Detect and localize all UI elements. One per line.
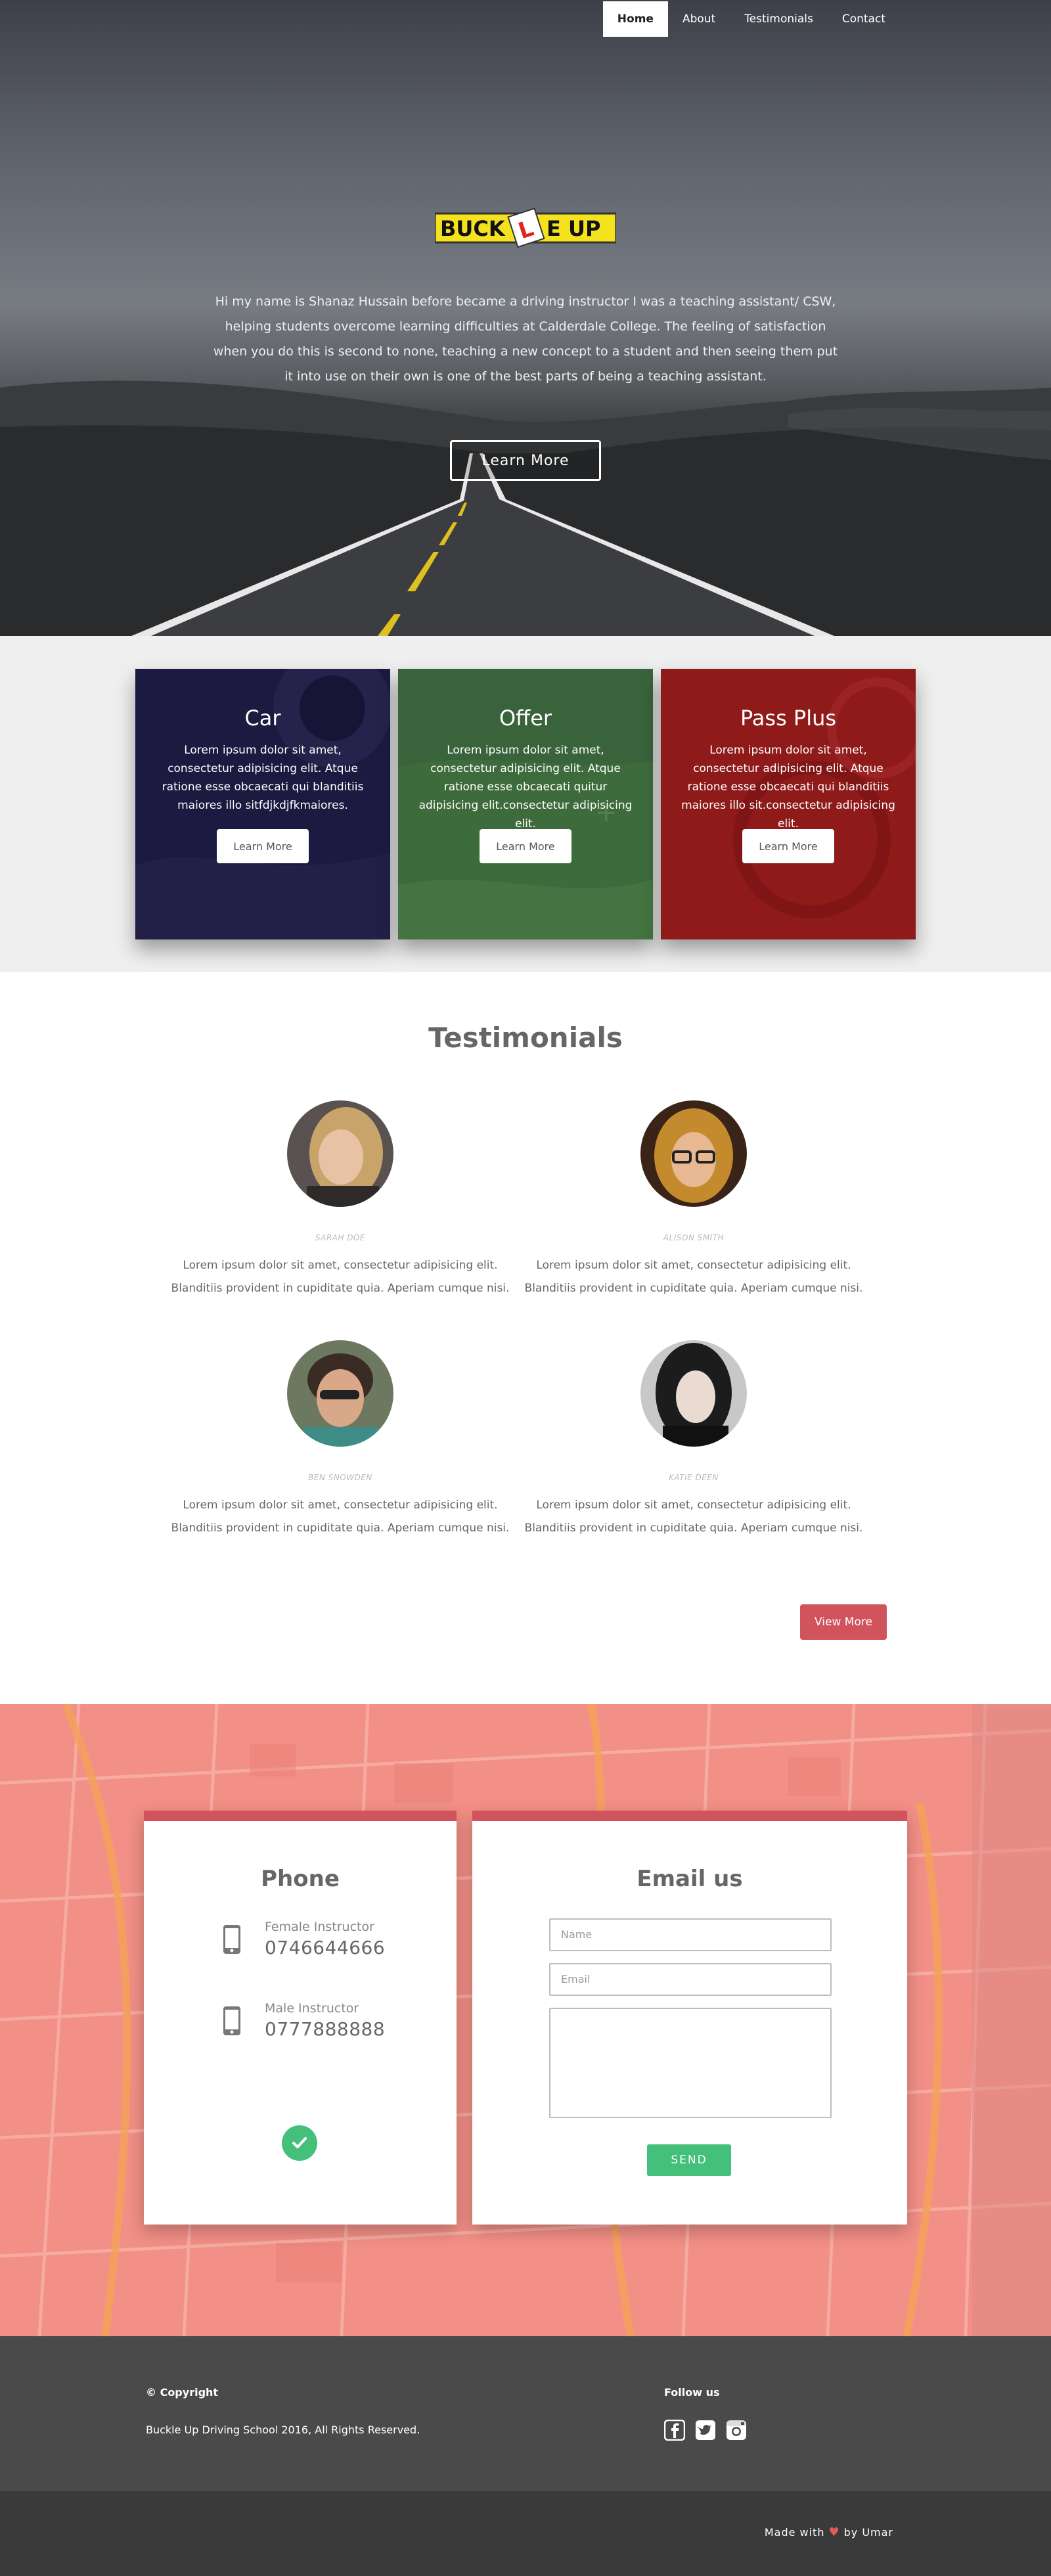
phone-details: Female Instructor 0746644666 [265, 1920, 385, 1958]
phone-entry-male: Male Instructor 0777888888 [223, 2001, 420, 2040]
mobile-phone-icon [223, 2006, 240, 2035]
nav-contact[interactable]: Contact [828, 1, 900, 37]
name-field[interactable]: Name [549, 1918, 832, 1951]
nav-about[interactable]: About [668, 1, 730, 37]
testimonial-text: Lorem ipsum dolor sit amet, consectetur … [171, 1259, 510, 1295]
email-card: Email us Name Email SEND [472, 1811, 907, 2225]
phone-number[interactable]: 0746644666 [265, 1937, 385, 1958]
testimonial-item: SARAH DOE Lorem ipsum dolor sit amet, co… [169, 1100, 511, 1300]
hero-learn-more-button[interactable]: Learn More [450, 440, 601, 481]
buckle-up-logo: BUCK L E UP [435, 208, 616, 248]
testimonial-item: BEN SNOWDEN Lorem ipsum dolor sit amet, … [169, 1340, 511, 1540]
services-section: Car Lorem ipsum dolor sit amet, consecte… [0, 636, 1051, 972]
message-textarea[interactable] [549, 2008, 832, 2118]
testimonial-text: Lorem ipsum dolor sit amet, consectetur … [171, 1499, 510, 1535]
made-prefix: Made with [764, 2526, 825, 2539]
testimonial-text: Lorem ipsum dolor sit amet, consectetur … [524, 1499, 863, 1535]
service-card-text: Lorem ipsum dolor sit amet, consectetur … [681, 744, 895, 830]
service-card-offer: + Offer Lorem ipsum dolor sit amet, cons… [398, 669, 653, 939]
service-card-title: Pass Plus [740, 706, 837, 731]
bottom-bar: Made with ♥ by Umar [0, 2491, 1051, 2576]
avatar [640, 1100, 747, 1207]
follow-heading: Follow us [664, 2386, 720, 2399]
phone-card: Phone Female Instructor 0746644666 Male … [144, 1811, 457, 2225]
service-card-title: Offer [499, 706, 552, 731]
service-card-text: Lorem ipsum dolor sit amet, consectetur … [418, 744, 633, 830]
copyright-heading: © Copyright [146, 2386, 219, 2399]
twitter-icon[interactable] [695, 2420, 716, 2441]
testimonial-item: KATIE DEEN Lorem ipsum dolor sit amet, c… [523, 1340, 864, 1540]
testimonial-name: KATIE DEEN [669, 1473, 719, 1482]
service-card-title: Car [244, 706, 281, 731]
testimonials-title: Testimonials [428, 1022, 623, 1054]
testimonials-section: Testimonials SARAH DOE Lorem ipsum dolor… [0, 972, 1051, 1704]
testimonial-name: SARAH DOE [315, 1233, 365, 1242]
top-navigation: Home About Testimonials Contact [0, 0, 1051, 39]
heart-icon: ♥ [828, 2525, 840, 2539]
checkmark-icon [282, 2125, 317, 2161]
contact-section: Phone Female Instructor 0746644666 Male … [0, 1704, 1051, 2336]
service-card-pass-plus: Pass Plus Lorem ipsum dolor sit amet, co… [661, 669, 916, 939]
testimonial-text: Lorem ipsum dolor sit amet, consectetur … [524, 1259, 863, 1295]
copyright-text: Buckle Up Driving School 2016, All Right… [146, 2424, 420, 2436]
pass-plus-learn-more-button[interactable]: Learn More [742, 829, 834, 863]
phone-title: Phone [261, 1866, 340, 1892]
phone-label: Female Instructor [265, 1920, 374, 1934]
made-suffix: by Umar [843, 2526, 893, 2539]
svg-text:BUCK: BUCK [440, 216, 506, 241]
email-field[interactable]: Email [549, 1963, 832, 1996]
testimonial-name: BEN SNOWDEN [308, 1473, 372, 1482]
service-card-text: Lorem ipsum dolor sit amet, consectetur … [162, 744, 364, 812]
footer: © Copyright Buckle Up Driving School 201… [0, 2336, 1051, 2491]
nav-testimonials[interactable]: Testimonials [730, 1, 828, 37]
send-button[interactable]: SEND [647, 2144, 731, 2176]
email-title: Email us [637, 1866, 743, 1892]
facebook-icon[interactable] [664, 2420, 685, 2441]
avatar [287, 1340, 393, 1447]
made-with-credit: Made with ♥ by Umar [765, 2525, 893, 2539]
mobile-phone-icon [223, 1924, 240, 1954]
testimonial-name: ALISON SMITH [663, 1233, 725, 1242]
nav-links: Home About Testimonials Contact [602, 0, 900, 38]
hero-intro-text: Hi my name is Shanaz Hussain before beca… [213, 294, 838, 384]
nav-home[interactable]: Home [602, 1, 668, 37]
phone-label: Male Instructor [265, 2001, 359, 2016]
svg-text:E UP: E UP [547, 216, 600, 241]
instagram-icon[interactable] [726, 2420, 747, 2441]
car-learn-more-button[interactable]: Learn More [217, 829, 309, 863]
avatar [287, 1100, 393, 1207]
phone-entry-female: Female Instructor 0746644666 [223, 1920, 420, 1958]
offer-learn-more-button[interactable]: Learn More [480, 829, 571, 863]
view-more-button[interactable]: View More [800, 1604, 887, 1640]
testimonial-item: ALISON SMITH Lorem ipsum dolor sit amet,… [523, 1100, 864, 1300]
service-card-car: Car Lorem ipsum dolor sit amet, consecte… [135, 669, 390, 939]
hero-section: BUCK L E UP Hi my name is Shanaz Hussain… [0, 0, 1051, 636]
phone-number[interactable]: 0777888888 [265, 2018, 385, 2040]
avatar [640, 1340, 747, 1447]
phone-details: Male Instructor 0777888888 [265, 2001, 385, 2040]
